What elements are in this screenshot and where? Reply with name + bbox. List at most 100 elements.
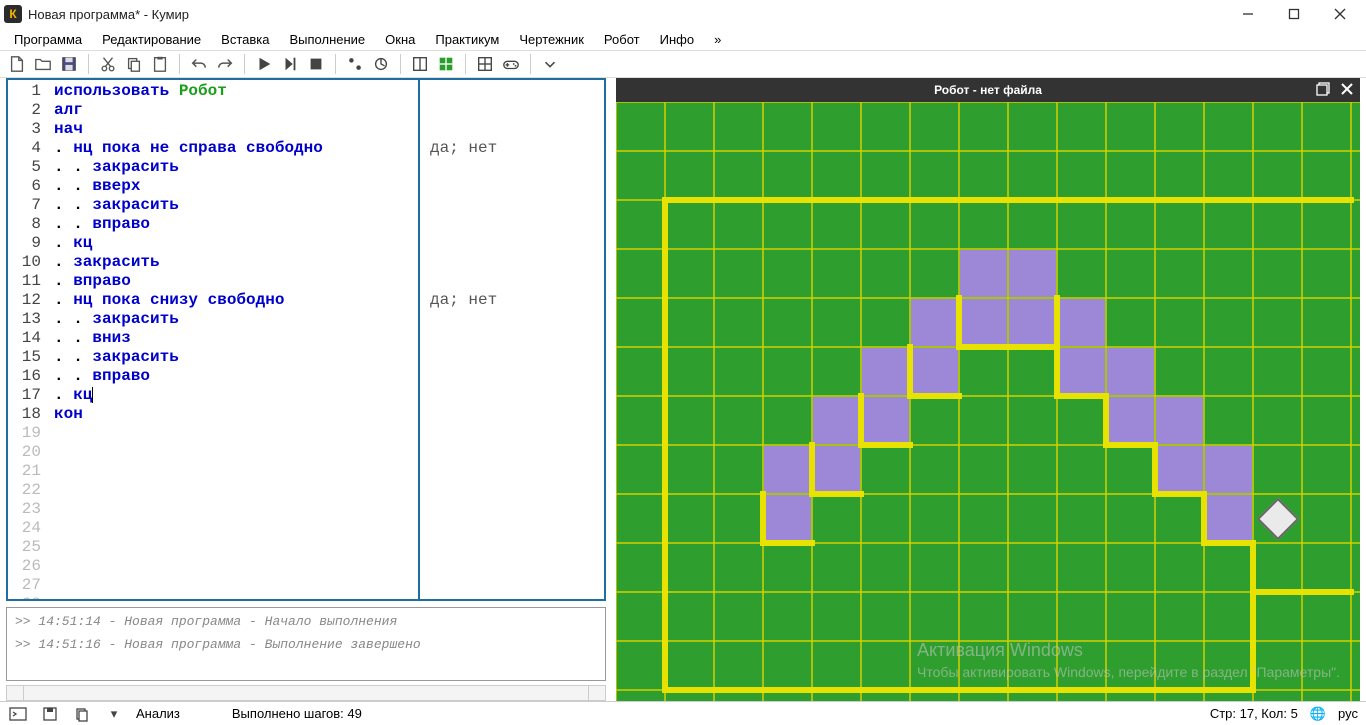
titlebar: К Новая программа* - Кумир [0, 0, 1366, 28]
stop-icon[interactable] [305, 53, 327, 75]
undo-icon[interactable] [188, 53, 210, 75]
painted-cell [1107, 348, 1154, 395]
painted-cell [1107, 397, 1154, 444]
wall [662, 197, 668, 693]
line-gutter: 1234567891011121314151617181920212223242… [8, 80, 48, 599]
redo-icon[interactable] [214, 53, 236, 75]
separator-icon: ▾ [104, 704, 124, 724]
code-editor[interactable]: 1234567891011121314151617181920212223242… [6, 78, 606, 601]
analysis-label[interactable]: Анализ [136, 706, 180, 721]
wall [809, 491, 864, 497]
cut-icon[interactable] [97, 53, 119, 75]
wall [1054, 393, 1109, 399]
menu-item[interactable]: » [706, 30, 729, 49]
menu-item[interactable]: Инфо [652, 30, 702, 49]
menu-item[interactable]: Программа [6, 30, 90, 49]
wall [1201, 491, 1207, 546]
painted-cell [960, 299, 1007, 346]
painted-cell [1009, 299, 1056, 346]
step-icon[interactable] [279, 53, 301, 75]
menubar: ПрограммаРедактированиеВставкаВыполнение… [0, 28, 1366, 50]
wall [907, 393, 962, 399]
wall [956, 344, 1060, 350]
statusbar: ▾ Анализ Выполнено шагов: 49 Стр: 17, Ко… [0, 701, 1366, 725]
save-status-icon[interactable] [40, 704, 60, 724]
minimize-button[interactable] [1226, 0, 1270, 28]
open-file-icon[interactable] [32, 53, 54, 75]
layout1-icon[interactable] [409, 53, 431, 75]
painted-cell [1205, 446, 1252, 493]
save-file-icon[interactable] [58, 53, 80, 75]
painted-cell [1009, 250, 1056, 297]
painted-cell [911, 348, 958, 395]
menu-item[interactable]: Чертежник [511, 30, 592, 49]
wall [1103, 393, 1109, 448]
painted-cell [813, 397, 860, 444]
painted-cell [862, 397, 909, 444]
menu-item[interactable]: Выполнение [281, 30, 373, 49]
painted-cell [1205, 495, 1252, 542]
console-toggle-icon[interactable] [8, 704, 28, 724]
toolbar [0, 50, 1366, 78]
painted-cell [813, 446, 860, 493]
lang-label[interactable]: рус [1338, 706, 1358, 721]
console-line: >> 14:51:14 - Новая программа - Начало в… [15, 614, 597, 629]
wall [1250, 540, 1256, 595]
console-line: >> 14:51:16 - Новая программа - Выполнен… [15, 637, 597, 652]
wall [1103, 442, 1158, 448]
painted-cell [911, 299, 958, 346]
wall [760, 540, 815, 546]
robot-panel-title: Робот - нет файла [934, 83, 1042, 97]
wall [1250, 589, 1354, 595]
cursor-position: Стр: 17, Кол: 5 [1210, 706, 1298, 721]
painted-cell [1058, 348, 1105, 395]
wall [858, 442, 913, 448]
new-file-icon[interactable] [6, 53, 28, 75]
wall [662, 687, 1256, 693]
menu-item[interactable]: Редактирование [94, 30, 209, 49]
main-area: 1234567891011121314151617181920212223242… [0, 78, 1366, 701]
chevron-down-icon[interactable] [539, 53, 561, 75]
copy-status-icon[interactable] [72, 704, 92, 724]
layout3-icon[interactable] [474, 53, 496, 75]
robot-panel: Робот - нет файла Активация Windows Чтоб… [616, 78, 1360, 701]
actor-icon[interactable] [344, 53, 366, 75]
menu-item[interactable]: Робот [596, 30, 648, 49]
painted-cell [764, 446, 811, 493]
code-text[interactable]: использовать Роботалгнач. нц пока не спр… [48, 80, 418, 599]
output-console[interactable]: >> 14:51:14 - Новая программа - Начало в… [6, 607, 606, 681]
wall [760, 491, 766, 546]
editor-margin: да; нет да; нет [418, 80, 604, 599]
window-restore-icon[interactable] [1316, 82, 1330, 99]
wall [1054, 295, 1060, 350]
robot-field[interactable]: Активация Windows Чтобы активировать Win… [616, 102, 1360, 701]
painted-cell [1156, 446, 1203, 493]
wall [809, 442, 815, 497]
painted-cell [764, 495, 811, 542]
window-title: Новая программа* - Кумир [28, 7, 1226, 22]
menu-item[interactable]: Вставка [213, 30, 277, 49]
wall [956, 295, 962, 350]
app-icon: К [4, 5, 22, 23]
horizontal-scrollbar[interactable] [6, 685, 606, 701]
layout2-icon[interactable] [435, 53, 457, 75]
menu-item[interactable]: Окна [377, 30, 423, 49]
left-pane: 1234567891011121314151617181920212223242… [6, 78, 606, 701]
wall [1054, 344, 1060, 399]
menu-item[interactable]: Практикум [427, 30, 507, 49]
run-icon[interactable] [253, 53, 275, 75]
wall [1201, 540, 1256, 546]
windows-watermark: Активация Windows Чтобы активировать Win… [917, 639, 1340, 681]
copy-icon[interactable] [123, 53, 145, 75]
panel-close-icon[interactable] [1340, 82, 1354, 99]
close-button[interactable] [1318, 0, 1362, 28]
maximize-button[interactable] [1272, 0, 1316, 28]
painted-cell [1058, 299, 1105, 346]
actor2-icon[interactable] [370, 53, 392, 75]
paste-icon[interactable] [149, 53, 171, 75]
wall [662, 197, 1354, 203]
painted-cell [1156, 397, 1203, 444]
gamepad-icon[interactable] [500, 53, 522, 75]
robot-panel-header: Робот - нет файла [616, 78, 1360, 102]
globe-icon[interactable]: 🌐 [1310, 706, 1326, 722]
